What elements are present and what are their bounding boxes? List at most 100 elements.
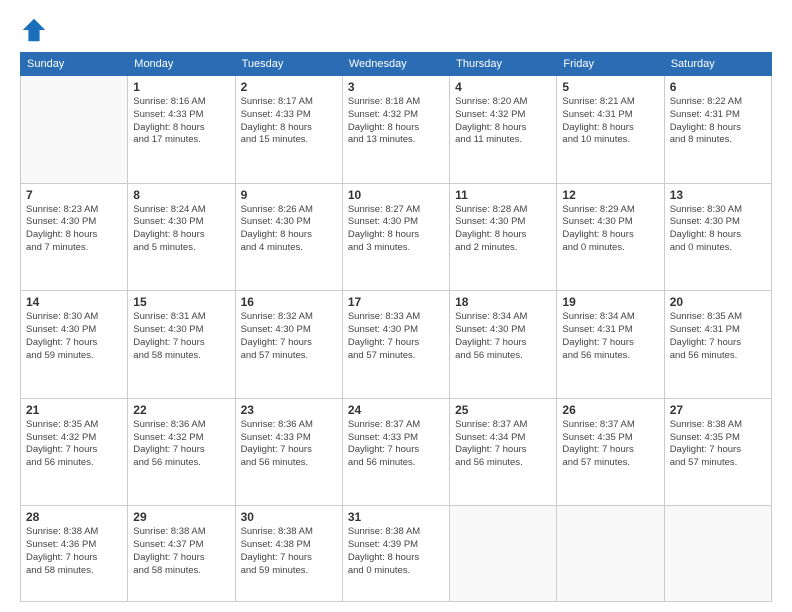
day-number: 18 bbox=[455, 295, 551, 309]
day-number: 13 bbox=[670, 188, 766, 202]
day-number: 2 bbox=[241, 80, 337, 94]
day-number: 25 bbox=[455, 403, 551, 417]
header bbox=[20, 16, 772, 44]
weekday-header: Thursday bbox=[450, 53, 557, 76]
day-info: Sunrise: 8:32 AM Sunset: 4:30 PM Dayligh… bbox=[241, 311, 337, 362]
calendar-cell: 8 Sunrise: 8:24 AM Sunset: 4:30 PM Daylig… bbox=[128, 183, 235, 291]
day-info: Sunrise: 8:22 AM Sunset: 4:31 PM Dayligh… bbox=[670, 96, 766, 147]
calendar-cell: 22Sunrise: 8:36 AM Sunset: 4:32 PM Dayli… bbox=[128, 398, 235, 506]
day-info: Sunrise: 8:18 AM Sunset: 4:32 PM Dayligh… bbox=[348, 96, 444, 147]
day-number: 20 bbox=[670, 295, 766, 309]
weekday-header: Saturday bbox=[664, 53, 771, 76]
weekday-header: Friday bbox=[557, 53, 664, 76]
day-number: 27 bbox=[670, 403, 766, 417]
day-info: Sunrise: 8:35 AM Sunset: 4:32 PM Dayligh… bbox=[26, 419, 122, 470]
day-number: 11 bbox=[455, 188, 551, 202]
day-info: Sunrise: 8:29 AM Sunset: 4:30 PM Dayligh… bbox=[562, 204, 658, 255]
calendar-cell: 18 Sunrise: 8:34 AM Sunset: 4:30 PM Dayli… bbox=[450, 291, 557, 399]
day-info: Sunrise: 8:26 AM Sunset: 4:30 PM Dayligh… bbox=[241, 204, 337, 255]
day-info: Sunrise: 8:31 AM Sunset: 4:30 PM Dayligh… bbox=[133, 311, 229, 362]
day-number: 4 bbox=[455, 80, 551, 94]
day-number: 10 bbox=[348, 188, 444, 202]
calendar-cell: 1Sunrise: 8:16 AM Sunset: 4:33 PM Daylig… bbox=[128, 76, 235, 184]
calendar-cell: 13 Sunrise: 8:30 AM Sunset: 4:30 PM Dayli… bbox=[664, 183, 771, 291]
calendar-cell: 9 Sunrise: 8:26 AM Sunset: 4:30 PM Daylig… bbox=[235, 183, 342, 291]
day-info: Sunrise: 8:30 AM Sunset: 4:30 PM Dayligh… bbox=[26, 311, 122, 362]
day-number: 30 bbox=[241, 510, 337, 524]
calendar-cell: 10 Sunrise: 8:27 AM Sunset: 4:30 PM Dayli… bbox=[342, 183, 449, 291]
day-info: Sunrise: 8:37 AM Sunset: 4:34 PM Dayligh… bbox=[455, 419, 551, 470]
calendar-cell bbox=[557, 506, 664, 602]
day-number: 24 bbox=[348, 403, 444, 417]
calendar-cell: 7Sunrise: 8:23 AM Sunset: 4:30 PM Daylig… bbox=[21, 183, 128, 291]
day-info: Sunrise: 8:24 AM Sunset: 4:30 PM Dayligh… bbox=[133, 204, 229, 255]
day-number: 9 bbox=[241, 188, 337, 202]
day-number: 8 bbox=[133, 188, 229, 202]
calendar-cell: 12 Sunrise: 8:29 AM Sunset: 4:30 PM Dayli… bbox=[557, 183, 664, 291]
day-info: Sunrise: 8:20 AM Sunset: 4:32 PM Dayligh… bbox=[455, 96, 551, 147]
calendar-cell: 26Sunrise: 8:37 AM Sunset: 4:35 PM Dayli… bbox=[557, 398, 664, 506]
day-number: 17 bbox=[348, 295, 444, 309]
day-info: Sunrise: 8:37 AM Sunset: 4:35 PM Dayligh… bbox=[562, 419, 658, 470]
day-number: 6 bbox=[670, 80, 766, 94]
day-info: Sunrise: 8:21 AM Sunset: 4:31 PM Dayligh… bbox=[562, 96, 658, 147]
day-info: Sunrise: 8:36 AM Sunset: 4:33 PM Dayligh… bbox=[241, 419, 337, 470]
calendar-cell: 23Sunrise: 8:36 AM Sunset: 4:33 PM Dayli… bbox=[235, 398, 342, 506]
day-number: 15 bbox=[133, 295, 229, 309]
day-info: Sunrise: 8:23 AM Sunset: 4:30 PM Dayligh… bbox=[26, 204, 122, 255]
calendar-cell: 24 Sunrise: 8:37 AM Sunset: 4:33 PM Dayli… bbox=[342, 398, 449, 506]
calendar-cell: 3 Sunrise: 8:18 AM Sunset: 4:32 PM Daylig… bbox=[342, 76, 449, 184]
calendar-cell: 21 Sunrise: 8:35 AM Sunset: 4:32 PM Dayli… bbox=[21, 398, 128, 506]
day-info: Sunrise: 8:38 AM Sunset: 4:37 PM Dayligh… bbox=[133, 526, 229, 577]
calendar-cell: 31 Sunrise: 8:38 AM Sunset: 4:39 PM Dayli… bbox=[342, 506, 449, 602]
calendar-cell: 6 Sunrise: 8:22 AM Sunset: 4:31 PM Daylig… bbox=[664, 76, 771, 184]
day-info: Sunrise: 8:35 AM Sunset: 4:31 PM Dayligh… bbox=[670, 311, 766, 362]
day-info: Sunrise: 8:33 AM Sunset: 4:30 PM Dayligh… bbox=[348, 311, 444, 362]
day-number: 28 bbox=[26, 510, 122, 524]
calendar-cell: 20 Sunrise: 8:35 AM Sunset: 4:31 PM Dayli… bbox=[664, 291, 771, 399]
calendar: SundayMondayTuesdayWednesdayThursdayFrid… bbox=[20, 52, 772, 602]
day-number: 3 bbox=[348, 80, 444, 94]
weekday-header: Tuesday bbox=[235, 53, 342, 76]
day-info: Sunrise: 8:34 AM Sunset: 4:30 PM Dayligh… bbox=[455, 311, 551, 362]
day-info: Sunrise: 8:27 AM Sunset: 4:30 PM Dayligh… bbox=[348, 204, 444, 255]
calendar-cell: 27 Sunrise: 8:38 AM Sunset: 4:35 PM Dayli… bbox=[664, 398, 771, 506]
calendar-cell: 5Sunrise: 8:21 AM Sunset: 4:31 PM Daylig… bbox=[557, 76, 664, 184]
calendar-cell: 15 Sunrise: 8:31 AM Sunset: 4:30 PM Dayli… bbox=[128, 291, 235, 399]
calendar-cell: 17 Sunrise: 8:33 AM Sunset: 4:30 PM Dayli… bbox=[342, 291, 449, 399]
day-number: 21 bbox=[26, 403, 122, 417]
day-info: Sunrise: 8:38 AM Sunset: 4:39 PM Dayligh… bbox=[348, 526, 444, 577]
calendar-cell: 4 Sunrise: 8:20 AM Sunset: 4:32 PM Daylig… bbox=[450, 76, 557, 184]
calendar-cell bbox=[21, 76, 128, 184]
calendar-cell: 30 Sunrise: 8:38 AM Sunset: 4:38 PM Dayli… bbox=[235, 506, 342, 602]
weekday-header: Monday bbox=[128, 53, 235, 76]
day-number: 1 bbox=[133, 80, 229, 94]
weekday-header: Wednesday bbox=[342, 53, 449, 76]
calendar-cell: 29 Sunrise: 8:38 AM Sunset: 4:37 PM Dayli… bbox=[128, 506, 235, 602]
weekday-header: Sunday bbox=[21, 53, 128, 76]
calendar-cell bbox=[664, 506, 771, 602]
logo-icon bbox=[20, 16, 48, 44]
calendar-cell: 2 Sunrise: 8:17 AM Sunset: 4:33 PM Daylig… bbox=[235, 76, 342, 184]
day-number: 14 bbox=[26, 295, 122, 309]
calendar-cell: 28 Sunrise: 8:38 AM Sunset: 4:36 PM Dayli… bbox=[21, 506, 128, 602]
calendar-cell: 19 Sunrise: 8:34 AM Sunset: 4:31 PM Dayli… bbox=[557, 291, 664, 399]
day-number: 16 bbox=[241, 295, 337, 309]
calendar-cell: 11 Sunrise: 8:28 AM Sunset: 4:30 PM Dayli… bbox=[450, 183, 557, 291]
day-info: Sunrise: 8:30 AM Sunset: 4:30 PM Dayligh… bbox=[670, 204, 766, 255]
day-info: Sunrise: 8:38 AM Sunset: 4:35 PM Dayligh… bbox=[670, 419, 766, 470]
day-number: 19 bbox=[562, 295, 658, 309]
day-number: 12 bbox=[562, 188, 658, 202]
logo bbox=[20, 16, 52, 44]
day-info: Sunrise: 8:34 AM Sunset: 4:31 PM Dayligh… bbox=[562, 311, 658, 362]
day-info: Sunrise: 8:37 AM Sunset: 4:33 PM Dayligh… bbox=[348, 419, 444, 470]
day-info: Sunrise: 8:38 AM Sunset: 4:38 PM Dayligh… bbox=[241, 526, 337, 577]
day-number: 31 bbox=[348, 510, 444, 524]
day-info: Sunrise: 8:38 AM Sunset: 4:36 PM Dayligh… bbox=[26, 526, 122, 577]
calendar-cell: 14 Sunrise: 8:30 AM Sunset: 4:30 PM Dayli… bbox=[21, 291, 128, 399]
day-number: 29 bbox=[133, 510, 229, 524]
day-info: Sunrise: 8:17 AM Sunset: 4:33 PM Dayligh… bbox=[241, 96, 337, 147]
day-number: 22 bbox=[133, 403, 229, 417]
day-info: Sunrise: 8:28 AM Sunset: 4:30 PM Dayligh… bbox=[455, 204, 551, 255]
page: SundayMondayTuesdayWednesdayThursdayFrid… bbox=[0, 0, 792, 612]
